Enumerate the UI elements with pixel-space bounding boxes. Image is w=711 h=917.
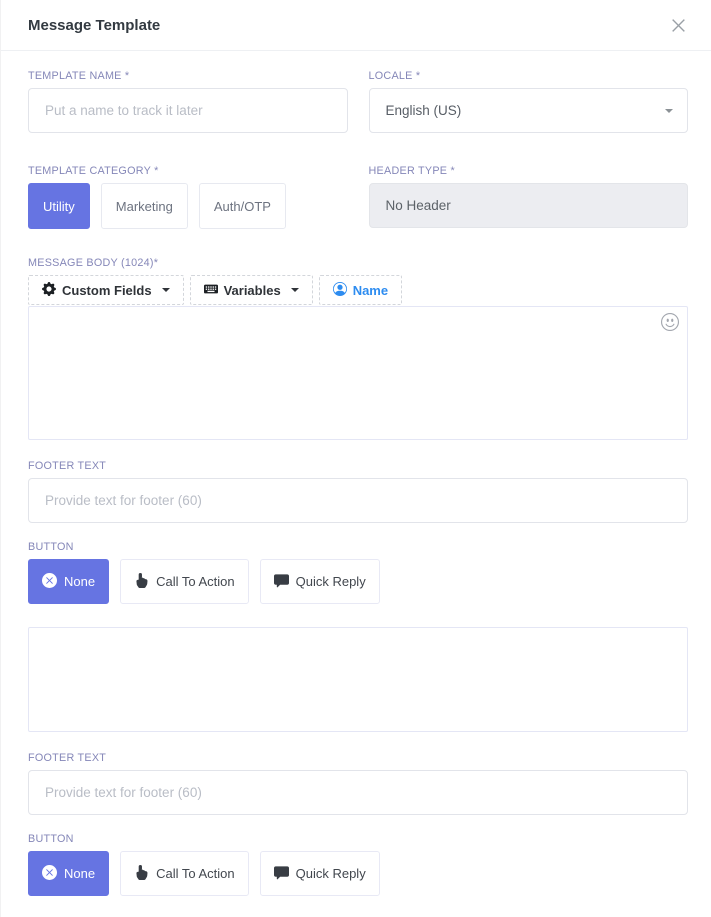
- button-cta-label: Call To Action: [156, 866, 235, 881]
- template-category-label: TEMPLATE CATEGORY *: [28, 166, 348, 176]
- locale-selected-value: English (US): [386, 103, 462, 118]
- button-quick-reply-2[interactable]: Quick Reply: [260, 851, 380, 896]
- footer-text-label: FOOTER TEXT: [28, 753, 688, 763]
- button-group-label: BUTTON: [28, 542, 688, 552]
- modal-body: TEMPLATE NAME * LOCALE * English (US) TE…: [1, 71, 711, 896]
- header-type-value: No Header: [386, 198, 451, 213]
- locale-label: LOCALE *: [369, 71, 689, 81]
- button-quick-reply-label: Quick Reply: [296, 866, 366, 881]
- footer-text-input-2[interactable]: [28, 770, 688, 815]
- footer-text-label: FOOTER TEXT: [28, 461, 688, 471]
- header-type-field: No Header: [369, 183, 689, 228]
- chevron-down-icon: [665, 109, 673, 113]
- category-utility-button[interactable]: Utility: [28, 183, 90, 229]
- button-call-to-action-2[interactable]: Call To Action: [120, 851, 249, 896]
- name-label: Name: [353, 283, 388, 298]
- button-none-label: None: [64, 866, 95, 881]
- hand-index-icon: [134, 865, 149, 883]
- hand-index-icon: [134, 573, 149, 591]
- close-icon: [670, 22, 687, 37]
- close-button[interactable]: [670, 17, 687, 34]
- gear-icon: [42, 282, 56, 299]
- button-none-1[interactable]: None: [28, 559, 109, 604]
- keyboard-icon: [204, 282, 218, 299]
- emoji-smile-icon: [661, 319, 679, 334]
- modal-header: Message Template: [1, 0, 711, 51]
- button-cta-label: Call To Action: [156, 574, 235, 589]
- custom-fields-label: Custom Fields: [62, 283, 152, 298]
- category-marketing-button[interactable]: Marketing: [101, 183, 188, 229]
- message-body-textarea[interactable]: [28, 306, 688, 440]
- x-circle-icon: [42, 573, 57, 591]
- header-type-label: HEADER TYPE *: [369, 166, 689, 176]
- template-name-label: TEMPLATE NAME *: [28, 71, 348, 81]
- variables-label: Variables: [224, 283, 281, 298]
- button-group-label: BUTTON: [28, 834, 688, 844]
- message-template-modal: Message Template TEMPLATE NAME * LOCALE …: [1, 0, 711, 896]
- button-quick-reply-1[interactable]: Quick Reply: [260, 559, 380, 604]
- modal-title: Message Template: [28, 17, 160, 34]
- secondary-body-textarea[interactable]: [28, 627, 688, 732]
- footer-text-input-1[interactable]: [28, 478, 688, 523]
- person-circle-icon: [333, 282, 347, 299]
- button-type-group-2: None Call To Action Quick Reply: [28, 851, 688, 896]
- name-variable-button[interactable]: Name: [319, 275, 402, 305]
- template-name-input[interactable]: [28, 88, 348, 133]
- button-type-group-1: None Call To Action Quick Reply: [28, 559, 688, 604]
- category-auth-otp-button[interactable]: Auth/OTP: [199, 183, 286, 229]
- custom-fields-dropdown-button[interactable]: Custom Fields: [28, 275, 184, 305]
- emoji-picker-button[interactable]: [661, 313, 679, 331]
- button-none-2[interactable]: None: [28, 851, 109, 896]
- caret-down-icon: [162, 288, 170, 292]
- chat-icon: [274, 865, 289, 883]
- button-quick-reply-label: Quick Reply: [296, 574, 366, 589]
- x-circle-icon: [42, 865, 57, 883]
- caret-down-icon: [291, 288, 299, 292]
- variables-dropdown-button[interactable]: Variables: [190, 275, 313, 305]
- message-body-label: MESSAGE BODY (1024)*: [28, 258, 688, 268]
- chat-icon: [274, 573, 289, 591]
- button-call-to-action-1[interactable]: Call To Action: [120, 559, 249, 604]
- message-body-toolbar: Custom Fields Variables Name: [28, 275, 688, 305]
- button-none-label: None: [64, 574, 95, 589]
- locale-select[interactable]: English (US): [369, 88, 689, 133]
